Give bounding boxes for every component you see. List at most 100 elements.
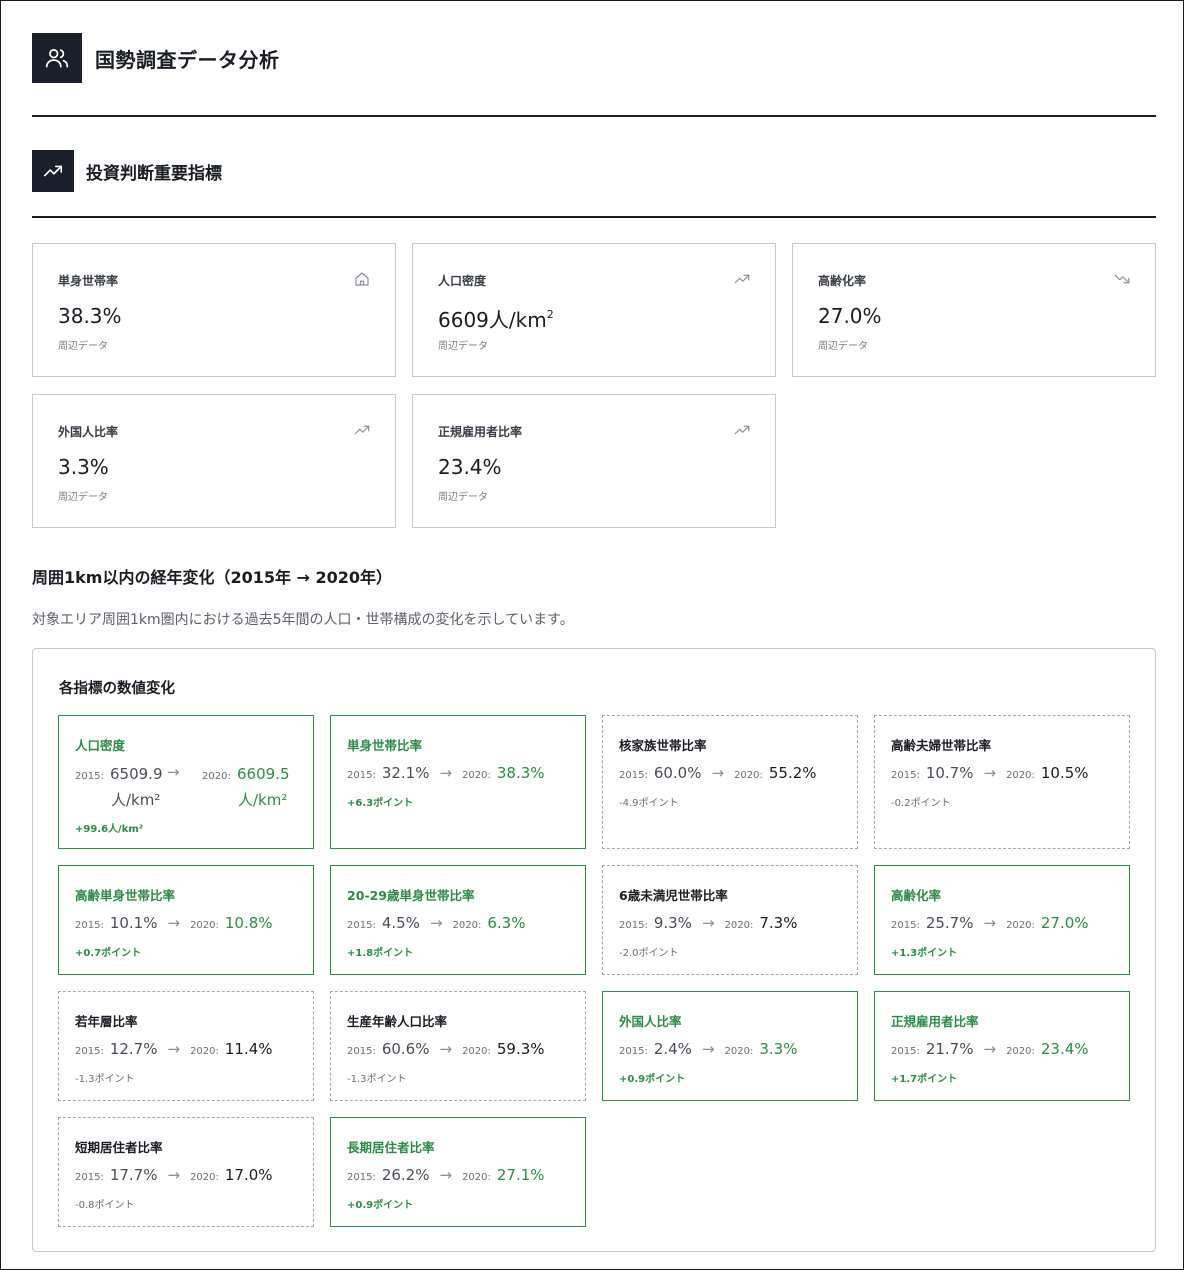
arrow-icon: → — [167, 763, 180, 781]
arrow-icon: → — [439, 764, 453, 782]
value-2015: 21.7% — [925, 1040, 974, 1058]
year-2020-label: 2020: — [452, 920, 482, 931]
card-title: 外国人比率 — [619, 1014, 682, 1029]
users-icon — [32, 33, 82, 83]
card-values: 2015: 25.7% → 2020: 27.0% — [891, 914, 1089, 932]
change-card: 正規雇用者比率 2015: 21.7% → 2020: 23.4% +1.7ポイント — [874, 991, 1130, 1101]
trend-panel: 各指標の数値変化 人口密度 2015: 6509.9 人/km² → 2020:… — [32, 648, 1156, 1252]
change-card: 若年層比率 2015: 12.7% → 2020: 11.4% -1.3ポイント — [58, 991, 314, 1101]
kpi-note: 周辺データ — [818, 341, 868, 352]
value-2015: 6509.9 — [110, 765, 163, 783]
year-2020-label: 2020: — [1006, 920, 1035, 931]
card-values: 2015: 2.4% → 2020: 3.3% — [619, 1040, 797, 1058]
kpi-note: 周辺データ — [58, 492, 108, 503]
kpi-note: 周辺データ — [58, 341, 108, 352]
value-2015: 4.5% — [381, 914, 420, 932]
app-title: 国勢調査データ分析 — [95, 47, 280, 72]
trend-up-icon — [734, 274, 750, 284]
value-2015: 12.7% — [109, 1040, 158, 1058]
app-header: 国勢調査データ分析 — [32, 33, 280, 83]
arrow-icon: → — [439, 1040, 453, 1058]
year-2020-label: 2020: — [724, 1046, 754, 1057]
year-2020-label: 2020: — [724, 920, 754, 931]
card-delta: -1.3ポイント — [75, 1074, 135, 1085]
change-card: 単身世帯比率 2015: 32.1% → 2020: 38.3% +6.3ポイント — [330, 715, 586, 849]
value-2020: 7.3% — [759, 914, 798, 932]
kpi-value: 6609人/km2 — [438, 304, 554, 333]
card-title: 20-29歳単身世帯比率 — [347, 888, 475, 903]
card-title: 人口密度 — [75, 738, 126, 753]
year-2020-label: 2020: — [462, 1046, 491, 1057]
trend-title: 周囲1km以内の経年変化（2015年 → 2020年） — [32, 568, 393, 587]
year-2020-label: 2020: — [190, 920, 219, 931]
card-values: 2015: 12.7% → 2020: 11.4% — [75, 1040, 273, 1058]
value-2020: 10.8% — [224, 914, 273, 932]
change-card: 短期居住者比率 2015: 17.7% → 2020: 17.0% -0.8ポイント — [58, 1117, 314, 1227]
value-2020: 10.5% — [1040, 764, 1089, 782]
year-2015-label: 2015: — [619, 920, 648, 931]
arrow-icon: → — [167, 914, 181, 932]
kpi-note: 周辺データ — [438, 341, 488, 352]
year-2020-label: 2020: — [1006, 770, 1035, 781]
card-values: 2015: 10.1% → 2020: 10.8% — [75, 914, 273, 932]
arrow-icon: → — [429, 914, 443, 932]
card-delta: +1.3ポイント — [891, 948, 958, 959]
year-2020-label: 2020: — [462, 1172, 491, 1183]
year-2015-label: 2015: — [347, 1046, 376, 1057]
kpi-card-population-density: 人口密度 6609人/km2 周辺データ — [412, 243, 776, 377]
card-title: 短期居住者比率 — [75, 1140, 163, 1155]
arrow-icon: → — [983, 1040, 997, 1058]
year-2020-label: 2020: — [734, 770, 763, 781]
card-delta: +1.7ポイント — [891, 1074, 958, 1085]
value-2020: 27.1% — [496, 1166, 545, 1184]
year-2020-label: 2020: — [190, 1046, 219, 1057]
year-2015-label: 2015: — [347, 920, 376, 931]
card-values: 2015: 17.7% → 2020: 17.0% — [75, 1166, 273, 1184]
year-2020-label: 2020: — [202, 771, 231, 782]
arrow-icon: → — [167, 1040, 181, 1058]
card-delta: -1.3ポイント — [347, 1074, 407, 1085]
value-2015: 9.3% — [653, 914, 692, 932]
card-title: 生産年齢人口比率 — [347, 1014, 448, 1029]
year-2015-label: 2015: — [75, 920, 104, 931]
card-values: 2015: 9.3% → 2020: 7.3% — [619, 914, 797, 932]
card-values: 2015: 60.6% → 2020: 59.3% — [347, 1040, 545, 1058]
card-values: 2015: 60.0% → 2020: 55.2% — [619, 764, 817, 782]
card-title: 単身世帯比率 — [347, 738, 423, 753]
card-values: 2015: 32.1% → 2020: 38.3% — [347, 764, 545, 782]
change-card: 核家族世帯比率 2015: 60.0% → 2020: 55.2% -4.9ポイント — [602, 715, 858, 849]
kpi-value: 38.3% — [58, 304, 122, 328]
value-2015: 26.2% — [381, 1166, 430, 1184]
change-card-population-density: 人口密度 2015: 6509.9 人/km² → 2020: 6609.5 人… — [58, 715, 314, 849]
kpi-value-sup: 2 — [546, 308, 554, 321]
kpi-card-single-household: 単身世帯率 38.3% 周辺データ — [32, 243, 396, 377]
year-2015-label: 2015: — [891, 920, 920, 931]
kpi-card-aging-rate: 高齢化率 27.0% 周辺データ — [792, 243, 1156, 377]
arrow-icon: → — [983, 914, 997, 932]
trend-up-icon — [734, 425, 750, 435]
value-2015: 60.6% — [381, 1040, 430, 1058]
kpi-label: 正規雇用者比率 — [438, 425, 523, 439]
card-delta: +99.6人/km² — [75, 824, 144, 835]
value-2015: 17.7% — [109, 1166, 158, 1184]
header-divider — [32, 115, 1156, 117]
value-2015: 10.1% — [109, 914, 158, 932]
value-2020: 27.0% — [1040, 914, 1089, 932]
value-2020: 17.0% — [224, 1166, 273, 1184]
arrow-icon: → — [983, 764, 997, 782]
unit-2015: 人/km² — [111, 791, 161, 809]
card-values: 2015: 6509.9 人/km² → 2020: 6609.5 人/km² — [75, 763, 305, 814]
change-card: 20-29歳単身世帯比率 2015: 4.5% → 2020: 6.3% +1.8ポイント — [330, 865, 586, 975]
year-2015-label: 2015: — [75, 1046, 104, 1057]
value-2020: 38.3% — [496, 764, 545, 782]
card-delta: +0.9ポイント — [347, 1200, 414, 1211]
card-delta: +1.8ポイント — [347, 948, 414, 959]
card-title: 高齢化率 — [891, 888, 942, 903]
card-title: 正規雇用者比率 — [891, 1014, 979, 1029]
section-divider — [32, 216, 1156, 218]
change-card: 生産年齢人口比率 2015: 60.6% → 2020: 59.3% -1.3ポイント — [330, 991, 586, 1101]
card-title: 高齢夫婦世帯比率 — [891, 738, 992, 753]
section-header: 投資判断重要指標 — [32, 150, 222, 192]
card-title: 核家族世帯比率 — [619, 738, 707, 753]
change-card: 長期居住者比率 2015: 26.2% → 2020: 27.1% +0.9ポイント — [330, 1117, 586, 1227]
